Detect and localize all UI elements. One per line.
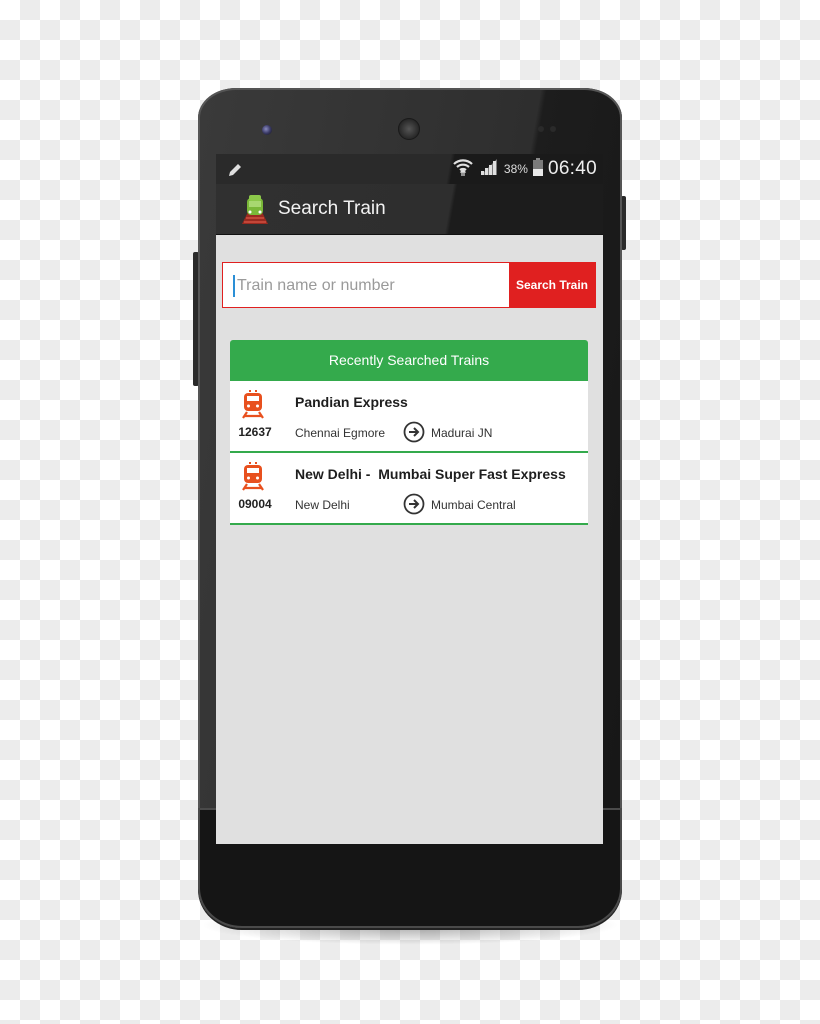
light-sensor (550, 126, 556, 132)
train-icon (242, 390, 264, 420)
arrow-right-circle-icon (403, 421, 425, 443)
to-station: Mumbai Central (431, 498, 516, 512)
wifi-icon (452, 157, 474, 182)
train-list-item[interactable]: 12637 Pandian Express Chennai Egmore Mad… (230, 381, 588, 453)
train-app-icon[interactable] (238, 192, 272, 226)
clock: 06:40 (547, 158, 597, 179)
phone-screen: 38% 06:40 Search Train Train name or num… (216, 154, 603, 844)
recent-trains-card: Recently Searched Trains 12637 Pandian E… (230, 340, 588, 525)
proximity-sensor (538, 126, 544, 132)
battery-percent: 38% (503, 162, 528, 176)
action-bar: Search Train (216, 184, 603, 235)
front-camera-icon (262, 125, 272, 135)
battery-icon (532, 157, 543, 181)
to-station: Madurai JN (431, 426, 493, 440)
train-name: New Delhi - Mumbai Super Fast Express (295, 466, 566, 482)
search-train-button[interactable]: Search Train (509, 263, 595, 307)
status-bar: 38% 06:40 (216, 154, 603, 184)
earpiece-speaker (398, 118, 420, 140)
recent-trains-header: Recently Searched Trains (230, 340, 588, 381)
train-list-item[interactable]: 09004 New Delhi - Mumbai Super Fast Expr… (230, 453, 588, 525)
train-icon (242, 462, 264, 492)
page-title: Search Train (278, 198, 386, 219)
pencil-icon (226, 161, 244, 184)
train-name: Pandian Express (295, 394, 408, 410)
search-bar: Search Train (222, 262, 596, 308)
train-search-input[interactable] (233, 275, 509, 297)
from-station: New Delhi (295, 498, 350, 512)
arrow-right-circle-icon (403, 493, 425, 515)
train-number: 12637 (238, 425, 272, 439)
signal-icon (479, 158, 499, 181)
train-number: 09004 (238, 497, 272, 511)
from-station: Chennai Egmore (295, 426, 386, 440)
